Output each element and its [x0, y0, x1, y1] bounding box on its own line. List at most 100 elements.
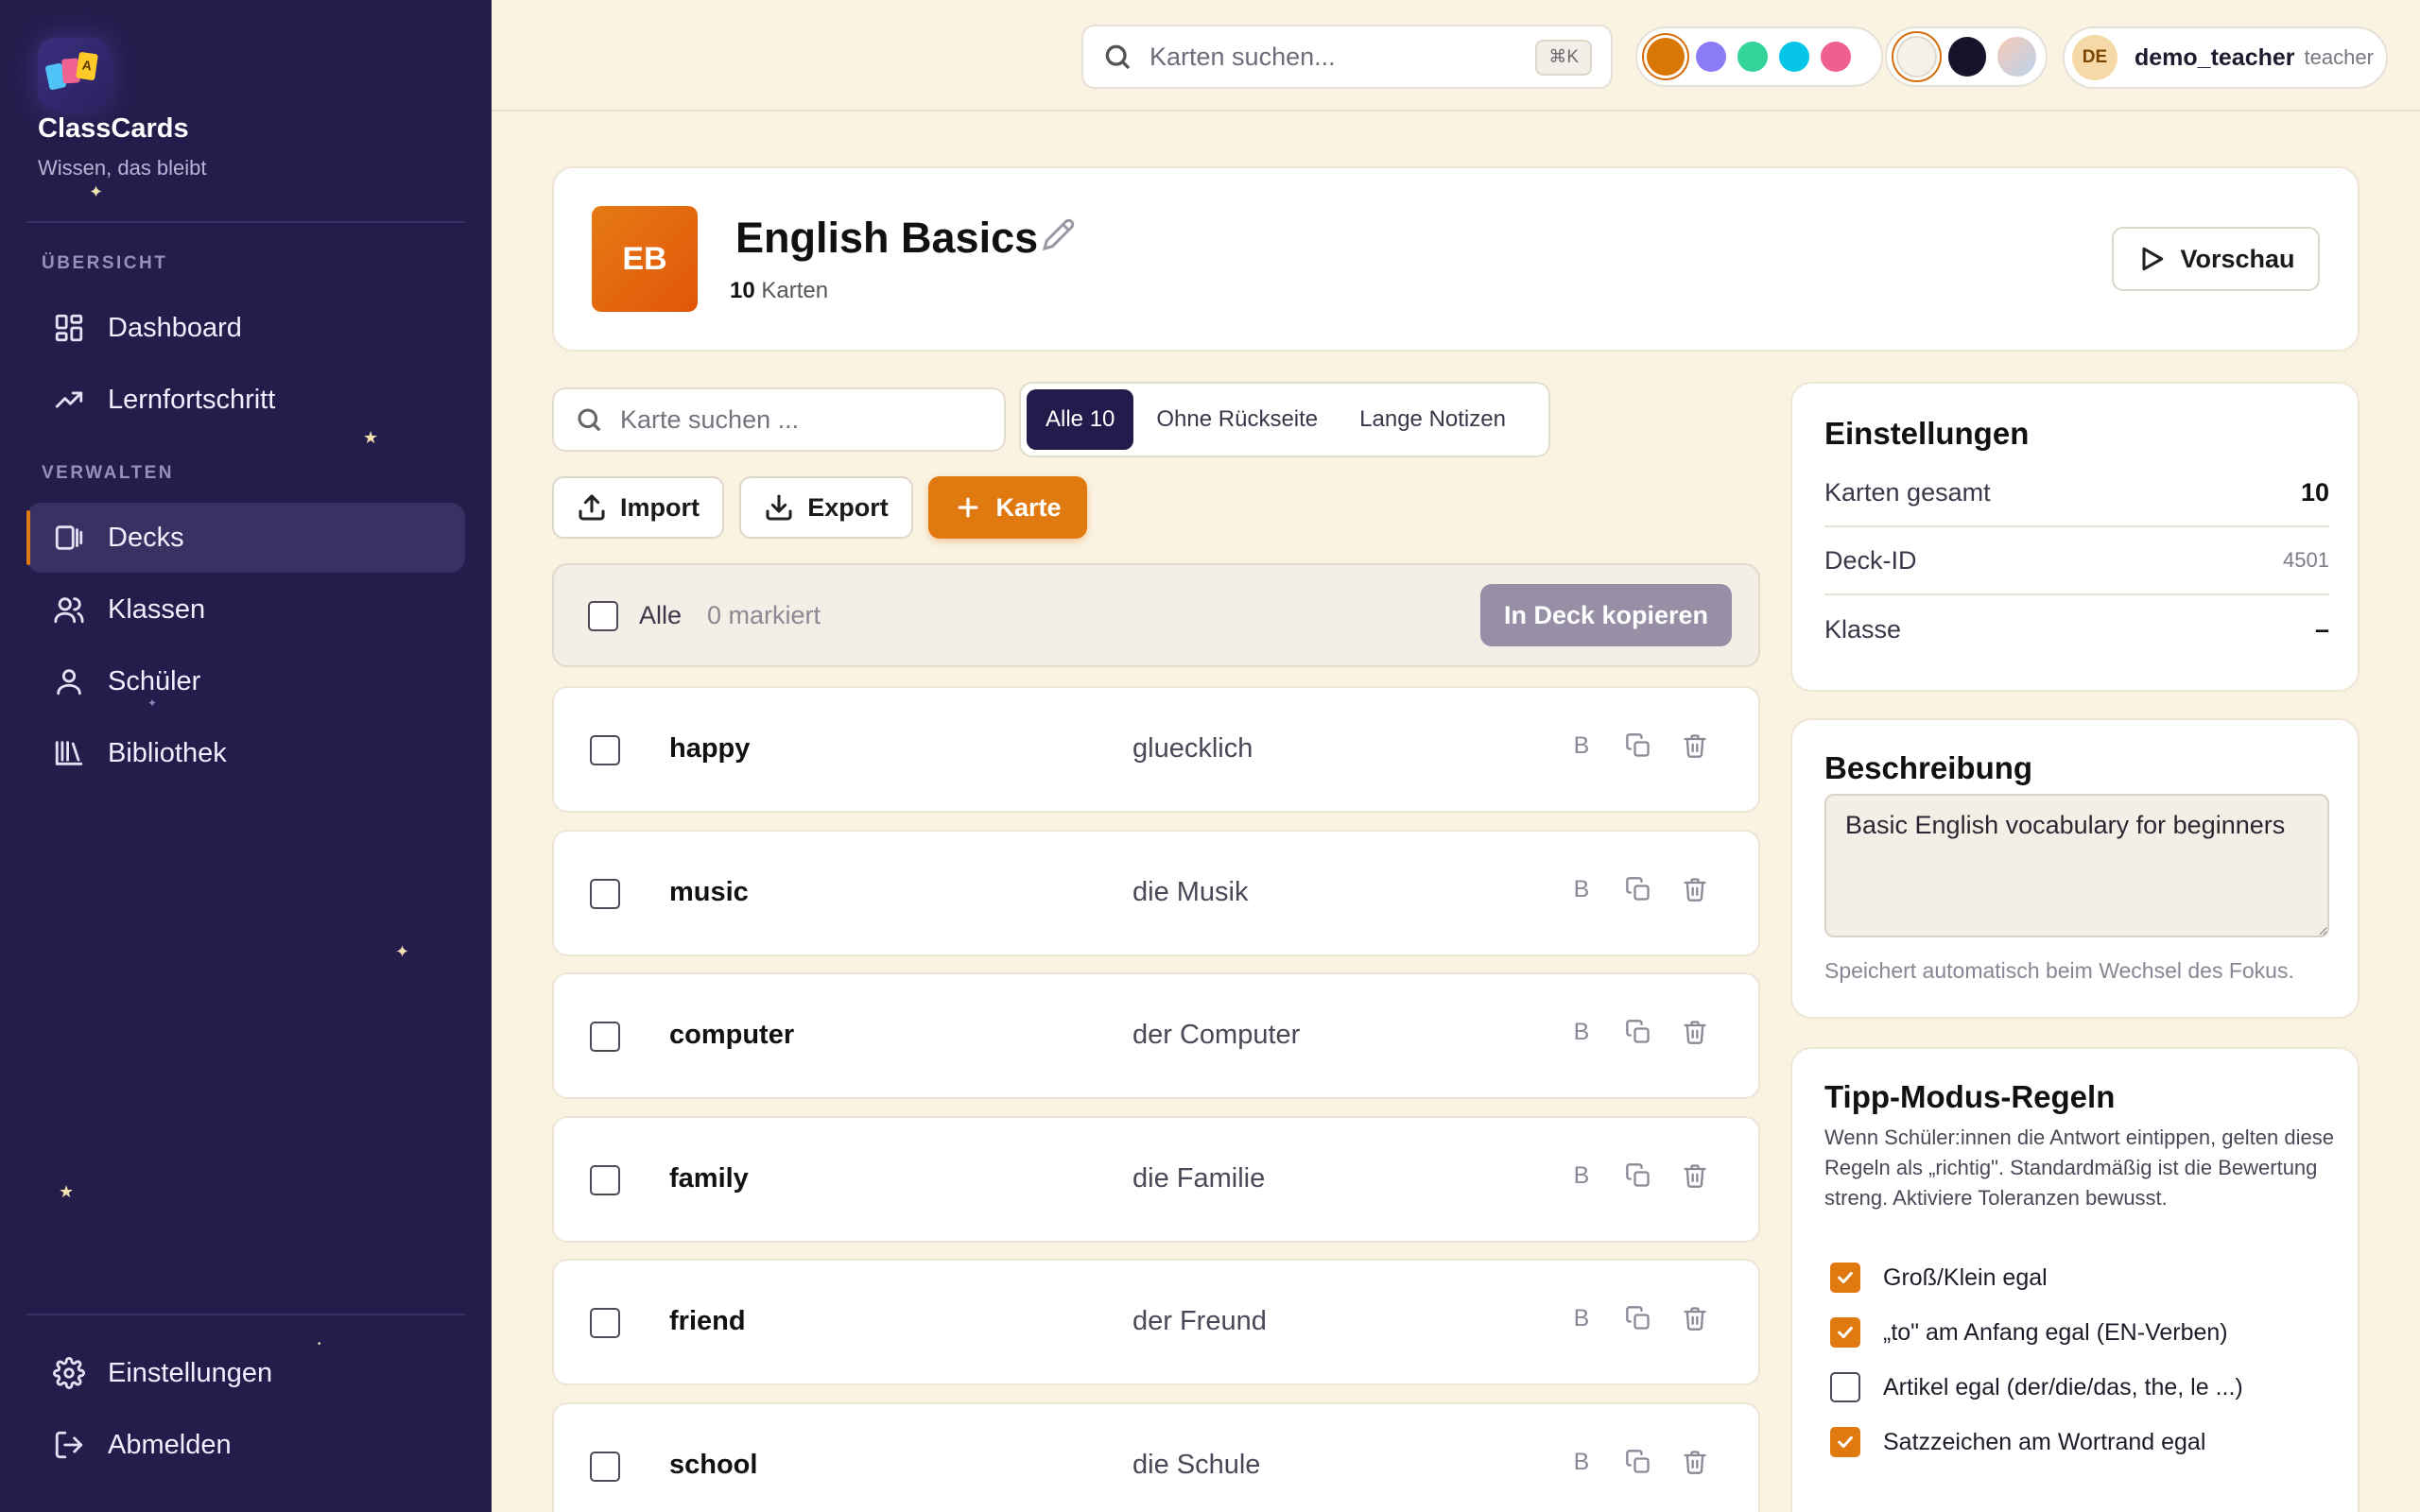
row-checkbox[interactable]	[590, 735, 620, 765]
rule-label: Satzzeichen am Wortrand egal	[1883, 1428, 2206, 1455]
divider	[26, 1314, 465, 1315]
table-row[interactable]: computer der Computer B	[552, 972, 1760, 1099]
table-row[interactable]: school die Schule B	[552, 1402, 1760, 1512]
setting-row-class: Klasse –	[1824, 614, 2329, 644]
setting-row-total: Karten gesamt 10	[1824, 459, 2329, 527]
table-row[interactable]: happy gluecklich B	[552, 686, 1760, 813]
add-card-button[interactable]: Karte	[928, 476, 1087, 539]
duplicate-icon[interactable]	[1622, 873, 1654, 905]
card-front: music	[669, 877, 749, 907]
theme-pastel[interactable]	[1997, 37, 2036, 77]
sidebar-item-label: Einstellungen	[108, 1357, 273, 1388]
sidebar-item-klassen[interactable]: Klassen	[26, 575, 465, 644]
row-checkbox[interactable]	[590, 879, 620, 909]
duplicate-icon[interactable]	[1622, 1302, 1654, 1334]
bold-format-icon[interactable]: B	[1565, 1446, 1598, 1478]
play-icon	[2142, 247, 2164, 271]
rule-option[interactable]: Artikel egal (der/die/das, the, le ...)	[1830, 1372, 2243, 1402]
duplicate-icon[interactable]	[1622, 1160, 1654, 1192]
rule-checkbox[interactable]	[1830, 1317, 1860, 1348]
user-menu[interactable]: DE demo_teacher teacher	[2063, 26, 2388, 89]
accent-color-picker	[1635, 26, 1883, 87]
trash-icon[interactable]	[1679, 1160, 1711, 1192]
app-tagline: Wissen, das bleibt	[38, 156, 207, 180]
card-search[interactable]	[552, 387, 1006, 452]
row-checkbox[interactable]	[590, 1165, 620, 1195]
sidebar-item-label: Abmelden	[108, 1429, 232, 1460]
card-front: computer	[669, 1020, 795, 1050]
rule-label: „to" am Anfang egal (EN-Verben)	[1883, 1318, 2228, 1346]
marked-count: 0 markiert	[707, 601, 821, 629]
rule-option[interactable]: „to" am Anfang egal (EN-Verben)	[1830, 1317, 2228, 1348]
rule-option[interactable]: Groß/Klein egal	[1830, 1263, 2048, 1293]
sidebar-item-schueler[interactable]: Schüler	[26, 646, 465, 716]
accent-color-cyan[interactable]	[1779, 42, 1809, 72]
description-title: Beschreibung	[1824, 750, 2033, 785]
search-icon	[578, 408, 601, 432]
grid-icon	[55, 314, 83, 342]
sidebar-item-einstellungen[interactable]: Einstellungen	[26, 1338, 465, 1408]
library-icon	[55, 741, 83, 765]
settings-panel: Einstellungen Karten gesamt 10 Deck-ID 450…	[1790, 382, 2360, 692]
tab-long-notes[interactable]: Lange Notizen	[1340, 389, 1525, 450]
trash-icon[interactable]	[1679, 1446, 1711, 1478]
duplicate-icon[interactable]	[1622, 1016, 1654, 1048]
rule-option[interactable]: Satzzeichen am Wortrand egal	[1830, 1427, 2205, 1457]
trash-icon[interactable]	[1679, 730, 1711, 762]
row-checkbox[interactable]	[590, 1452, 620, 1482]
sidebar-item-dashboard[interactable]: Dashboard	[26, 293, 465, 363]
table-row[interactable]: music die Musik B	[552, 830, 1760, 956]
select-all-checkbox[interactable]	[588, 601, 618, 631]
description-textarea[interactable]	[1824, 794, 2329, 937]
trash-icon[interactable]	[1679, 1302, 1711, 1334]
trash-icon[interactable]	[1679, 873, 1711, 905]
trash-icon[interactable]	[1679, 1016, 1711, 1048]
bold-format-icon[interactable]: B	[1565, 1160, 1598, 1192]
sidebar-item-decks[interactable]: Decks	[26, 503, 465, 573]
row-checkbox[interactable]	[590, 1308, 620, 1338]
duplicate-icon[interactable]	[1622, 730, 1654, 762]
edit-pencil-icon[interactable]	[1042, 217, 1076, 251]
gear-icon	[53, 1357, 85, 1389]
sidebar-item-label: Schüler	[108, 665, 201, 696]
accent-color-orange[interactable]	[1647, 38, 1685, 76]
copy-to-deck-button[interactable]: In Deck kopieren	[1480, 584, 1732, 646]
settings-title: Einstellungen	[1824, 416, 2030, 451]
card-front: friend	[669, 1306, 746, 1336]
bold-format-icon[interactable]: B	[1565, 1016, 1598, 1048]
tab-all[interactable]: Alle 10	[1027, 389, 1134, 450]
import-button[interactable]: Import	[552, 476, 724, 539]
rule-checkbox[interactable]	[1830, 1263, 1860, 1293]
card-back: gluecklich	[1132, 733, 1253, 764]
user-name: demo_teacher	[2135, 43, 2295, 71]
sidebar-item-lernfortschritt[interactable]: Lernfortschritt	[26, 365, 465, 435]
sidebar-item-bibliothek[interactable]: Bibliothek	[26, 718, 465, 788]
duplicate-icon[interactable]	[1622, 1446, 1654, 1478]
sidebar-item-abmelden[interactable]: Abmelden	[26, 1410, 465, 1480]
table-row[interactable]: family die Familie B	[552, 1116, 1760, 1243]
rule-label: Artikel egal (der/die/das, the, le ...)	[1883, 1373, 2243, 1400]
global-search[interactable]: ⌘K	[1081, 25, 1613, 89]
tab-no-back[interactable]: Ohne Rückseite	[1137, 389, 1337, 450]
export-button[interactable]: Export	[739, 476, 913, 539]
accent-color-violet[interactable]	[1696, 42, 1726, 72]
bold-format-icon[interactable]: B	[1565, 1302, 1598, 1334]
sidebar-item-label: Decks	[108, 522, 184, 553]
table-row[interactable]: friend der Freund B	[552, 1259, 1760, 1385]
global-search-input[interactable]	[1150, 42, 1509, 72]
rule-checkbox[interactable]	[1830, 1372, 1860, 1402]
theme-light[interactable]	[1896, 36, 1937, 77]
row-checkbox[interactable]	[590, 1022, 620, 1052]
card-front: family	[669, 1163, 749, 1194]
bold-format-icon[interactable]: B	[1565, 730, 1598, 762]
accent-color-green[interactable]	[1737, 42, 1768, 72]
rule-checkbox[interactable]	[1830, 1427, 1860, 1457]
theme-dark[interactable]	[1947, 37, 1987, 77]
preview-button[interactable]: Vorschau	[2112, 227, 2320, 291]
card-back: der Computer	[1132, 1020, 1301, 1050]
accent-color-pink[interactable]	[1821, 42, 1851, 72]
theme-picker	[1885, 26, 2048, 87]
card-search-input[interactable]	[620, 404, 979, 435]
bold-format-icon[interactable]: B	[1565, 873, 1598, 905]
check-icon	[1838, 1326, 1853, 1339]
